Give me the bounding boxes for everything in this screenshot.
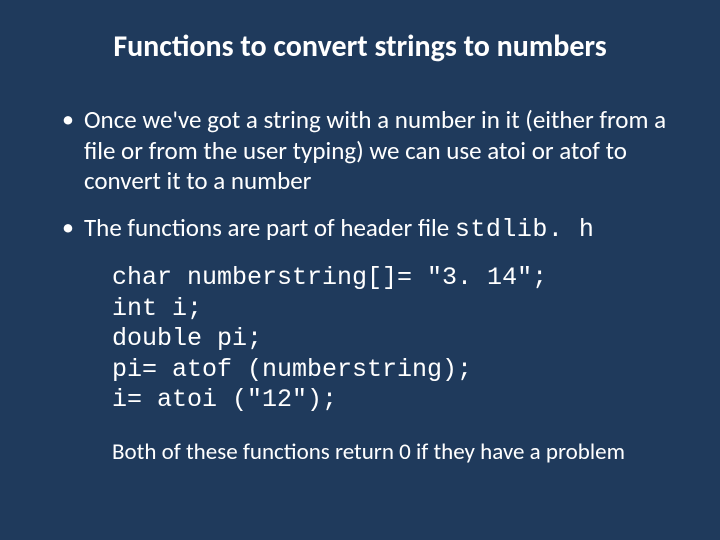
bullet-item: Once we've got a string with a number in… bbox=[50, 105, 670, 197]
slide: Functions to convert strings to numbers … bbox=[0, 0, 720, 540]
slide-title: Functions to convert strings to numbers bbox=[50, 28, 670, 65]
footnote-text: Both of these functions return 0 if they… bbox=[112, 438, 670, 466]
bullet-text: Once we've got a string with a number in… bbox=[84, 104, 666, 196]
inline-code: stdlib. h bbox=[455, 215, 595, 244]
bullet-item: The functions are part of header file st… bbox=[50, 213, 670, 246]
code-block: char numberstring[]= "3. 14"; int i; dou… bbox=[112, 263, 670, 416]
bullet-text: The functions are part of header file bbox=[84, 212, 455, 243]
bullet-list: Once we've got a string with a number in… bbox=[50, 105, 670, 245]
